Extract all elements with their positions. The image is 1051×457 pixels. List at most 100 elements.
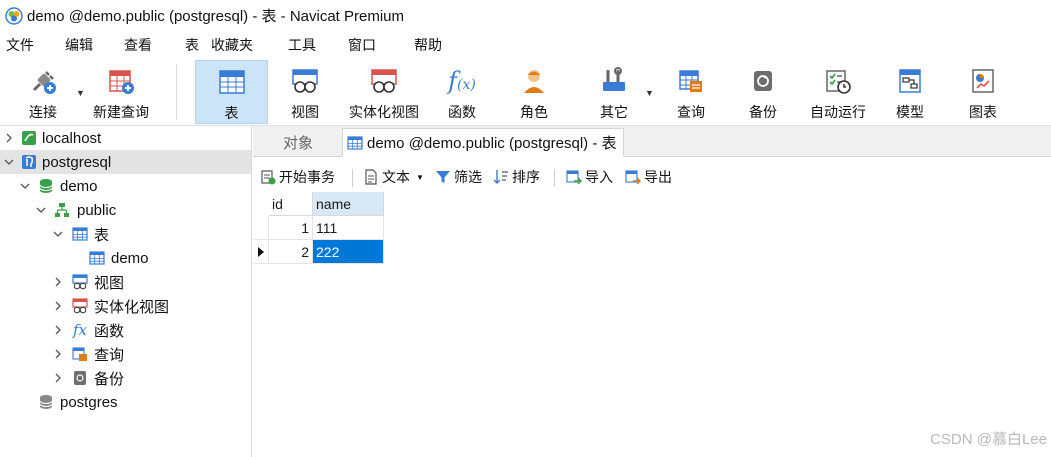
- title-bar: demo @demo.public (postgresql) - 表 - Nav…: [0, 0, 1051, 31]
- backup-button[interactable]: 备份: [737, 60, 789, 124]
- chevron-down-icon[interactable]: [3, 156, 15, 168]
- menu-favorites[interactable]: 收藏夹: [211, 35, 253, 55]
- tree-item-views[interactable]: 视图: [0, 270, 251, 294]
- tree-item-functions[interactable]: fx 函数: [0, 318, 251, 342]
- database-icon: [38, 178, 54, 194]
- chevron-right-icon[interactable]: [52, 372, 64, 384]
- tree-item-localhost[interactable]: localhost: [0, 126, 251, 150]
- new-query-icon: [109, 70, 134, 94]
- chevron-right-icon[interactable]: [52, 348, 64, 360]
- view-icon: [72, 274, 88, 290]
- current-row-marker-icon[interactable]: [253, 240, 269, 264]
- sort-button[interactable]: 排序: [493, 167, 540, 187]
- export-button[interactable]: 导出: [625, 167, 672, 187]
- table-button[interactable]: 表: [195, 60, 268, 124]
- menu-edit[interactable]: 编辑: [65, 35, 93, 55]
- window-title: demo @demo.public (postgresql) - 表 - Nav…: [27, 8, 405, 25]
- query-icon: [679, 70, 702, 92]
- column-header-id[interactable]: id: [269, 192, 313, 216]
- table-toolbar: 开始事务 文本 ▼ 筛选 排序 导入 导出: [253, 162, 1051, 192]
- tree-item-backups[interactable]: 备份: [0, 366, 251, 390]
- import-button[interactable]: 导入: [566, 167, 613, 187]
- filter-button[interactable]: 筛选: [435, 167, 482, 187]
- menu-table[interactable]: 表: [185, 35, 199, 55]
- chevron-right-icon[interactable]: [52, 324, 64, 336]
- main-content: 对象 demo @demo.public (postgresql) - 表 开始…: [253, 126, 1051, 457]
- table-icon: [72, 226, 88, 242]
- view-button[interactable]: 视图: [278, 60, 332, 124]
- new-query-button[interactable]: 新建查询: [88, 60, 154, 124]
- chevron-down-icon[interactable]: [35, 204, 47, 216]
- text-button[interactable]: 文本 ▼: [363, 167, 424, 187]
- chevron-down-icon[interactable]: [52, 228, 64, 240]
- materialized-view-icon: [72, 298, 88, 314]
- cell-name-selected[interactable]: 222: [313, 240, 384, 264]
- model-button[interactable]: 模型: [884, 60, 936, 124]
- chart-button[interactable]: 图表: [957, 60, 1009, 124]
- role-button[interactable]: 角色: [508, 60, 560, 124]
- tab-demo-table[interactable]: demo @demo.public (postgresql) - 表: [342, 128, 624, 157]
- schema-icon: [54, 202, 70, 218]
- cell-id[interactable]: 2: [269, 240, 313, 264]
- menu-tools[interactable]: 工具: [288, 35, 316, 55]
- text-dropdown-caret[interactable]: ▼: [416, 173, 424, 182]
- tree-item-materialized-views[interactable]: 实体化视图: [0, 294, 251, 318]
- tools-icon: [603, 67, 625, 91]
- query-button[interactable]: 查询: [665, 60, 717, 124]
- chevron-right-icon[interactable]: [52, 276, 64, 288]
- menu-bar: 文件 编辑 查看 表 收藏夹 工具 窗口 帮助: [0, 31, 1051, 58]
- watermark: CSDN @慕白Lee: [930, 431, 1047, 448]
- query-icon: [72, 346, 88, 362]
- tree-item-postgres-database[interactable]: postgres: [0, 390, 251, 414]
- view-icon: [292, 69, 318, 93]
- mysql-connection-icon: [21, 130, 37, 146]
- transaction-icon: [260, 169, 276, 185]
- automation-icon: [826, 70, 851, 94]
- row-marker[interactable]: [253, 216, 269, 240]
- tree-item-demo-database[interactable]: demo: [0, 174, 251, 198]
- menu-file[interactable]: 文件: [6, 35, 34, 55]
- tree-item-public-schema[interactable]: public: [0, 198, 251, 222]
- tree-item-demo-table[interactable]: demo: [0, 246, 251, 270]
- column-header-name[interactable]: name: [313, 192, 384, 216]
- navicat-logo-icon: [5, 6, 23, 25]
- connect-button[interactable]: 连接: [14, 60, 72, 124]
- backup-icon: [72, 370, 88, 386]
- tree-item-queries[interactable]: 查询: [0, 342, 251, 366]
- other-dropdown-caret[interactable]: ▼: [645, 88, 654, 98]
- sort-icon: [493, 169, 509, 185]
- export-icon: [625, 169, 641, 185]
- chart-icon: [972, 69, 994, 93]
- tree-item-tables[interactable]: 表: [0, 222, 251, 246]
- postgresql-elephant-icon: [21, 154, 37, 170]
- menu-view[interactable]: 查看: [124, 35, 152, 55]
- toolbar-separator: [352, 169, 353, 187]
- menu-window[interactable]: 窗口: [348, 35, 376, 55]
- begin-transaction-button[interactable]: 开始事务: [260, 167, 335, 187]
- cell-id[interactable]: 1: [269, 216, 313, 240]
- filter-icon: [435, 169, 451, 185]
- function-button[interactable]: f(x) 函数: [436, 60, 488, 124]
- main-toolbar: 连接 ▼ 新建查询 表 视图 实体化视图 f(x) 函数 角色 其它 ▼ 查询 …: [0, 58, 1051, 126]
- chevron-right-icon[interactable]: [3, 132, 15, 144]
- materialized-view-button[interactable]: 实体化视图: [343, 60, 425, 124]
- table-icon: [89, 250, 105, 266]
- document-icon: [363, 169, 379, 185]
- chevron-right-icon[interactable]: [52, 300, 64, 312]
- cell-name[interactable]: 111: [313, 216, 384, 240]
- plug-icon: [32, 71, 56, 94]
- user-icon: [524, 70, 544, 93]
- function-icon: fx: [72, 321, 87, 339]
- import-icon: [566, 169, 582, 185]
- other-button[interactable]: 其它: [588, 60, 640, 124]
- navigation-tree: localhost postgresql demo public 表 demo …: [0, 126, 252, 457]
- table-icon: [218, 70, 245, 94]
- toolbar-separator: [176, 64, 177, 120]
- chevron-down-icon[interactable]: [19, 180, 31, 192]
- tree-item-postgresql[interactable]: postgresql: [0, 150, 251, 174]
- database-icon: [38, 394, 54, 410]
- connect-dropdown-caret[interactable]: ▼: [76, 88, 85, 98]
- automation-button[interactable]: 自动运行: [805, 60, 871, 124]
- tab-objects[interactable]: 对象: [283, 128, 313, 157]
- menu-help[interactable]: 帮助: [414, 35, 442, 55]
